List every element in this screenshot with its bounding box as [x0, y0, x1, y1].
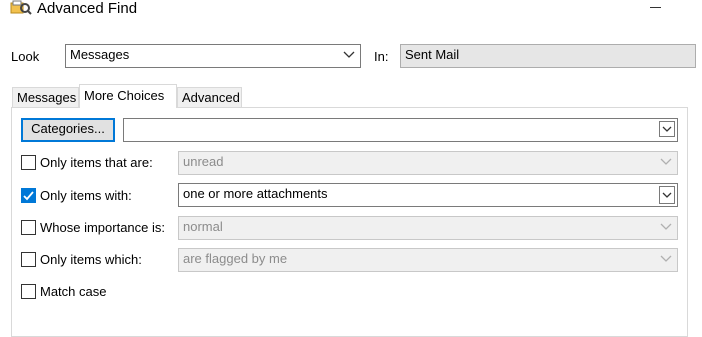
- chevron-down-icon: [342, 49, 356, 61]
- window-title: Advanced Find: [37, 0, 138, 17]
- tab-more-choices[interactable]: More Choices: [79, 84, 177, 108]
- only-items-with-label: Only items with:: [40, 188, 132, 203]
- only-items-which-value: are flagged by me: [183, 251, 288, 266]
- chevron-down-icon[interactable]: [659, 121, 675, 137]
- tab-messages[interactable]: Messages: [12, 87, 79, 108]
- only-items-with-value: one or more attachments: [183, 186, 328, 201]
- whose-importance-label: Whose importance is:: [40, 220, 165, 235]
- find-icon: [10, 0, 32, 16]
- chevron-down-icon: [659, 221, 673, 233]
- match-case-label: Match case: [40, 284, 107, 299]
- only-items-that-are-checkbox[interactable]: [21, 155, 36, 170]
- look-label: Look: [11, 49, 40, 64]
- chevron-down-icon: [659, 156, 673, 168]
- only-items-which-checkbox[interactable]: [21, 252, 36, 267]
- only-items-with-checkbox[interactable]: [21, 188, 36, 203]
- whose-importance-checkbox[interactable]: [21, 220, 36, 235]
- minimize-button[interactable]: [648, 0, 664, 12]
- only-items-that-are-value: unread: [183, 154, 224, 169]
- only-items-which-label: Only items which:: [40, 252, 142, 267]
- only-items-that-are-label: Only items that are:: [40, 155, 153, 170]
- in-label: In:: [374, 49, 389, 64]
- in-value: Sent Mail: [405, 47, 460, 62]
- only-items-with-select[interactable]: one or more attachments: [178, 183, 678, 207]
- only-items-which-select[interactable]: are flagged by me: [178, 248, 678, 272]
- chevron-down-icon: [659, 253, 673, 265]
- look-value: Messages: [70, 47, 130, 62]
- categories-field[interactable]: [123, 118, 678, 142]
- only-items-that-are-select[interactable]: unread: [178, 151, 678, 175]
- categories-button[interactable]: Categories...: [21, 118, 115, 142]
- chevron-down-icon[interactable]: [659, 186, 675, 204]
- whose-importance-value: normal: [183, 219, 223, 234]
- in-field[interactable]: Sent Mail: [400, 44, 696, 68]
- tab-advanced[interactable]: Advanced: [177, 87, 242, 108]
- whose-importance-select[interactable]: normal: [178, 216, 678, 240]
- match-case-checkbox[interactable]: [21, 284, 36, 299]
- look-select[interactable]: Messages: [65, 44, 361, 68]
